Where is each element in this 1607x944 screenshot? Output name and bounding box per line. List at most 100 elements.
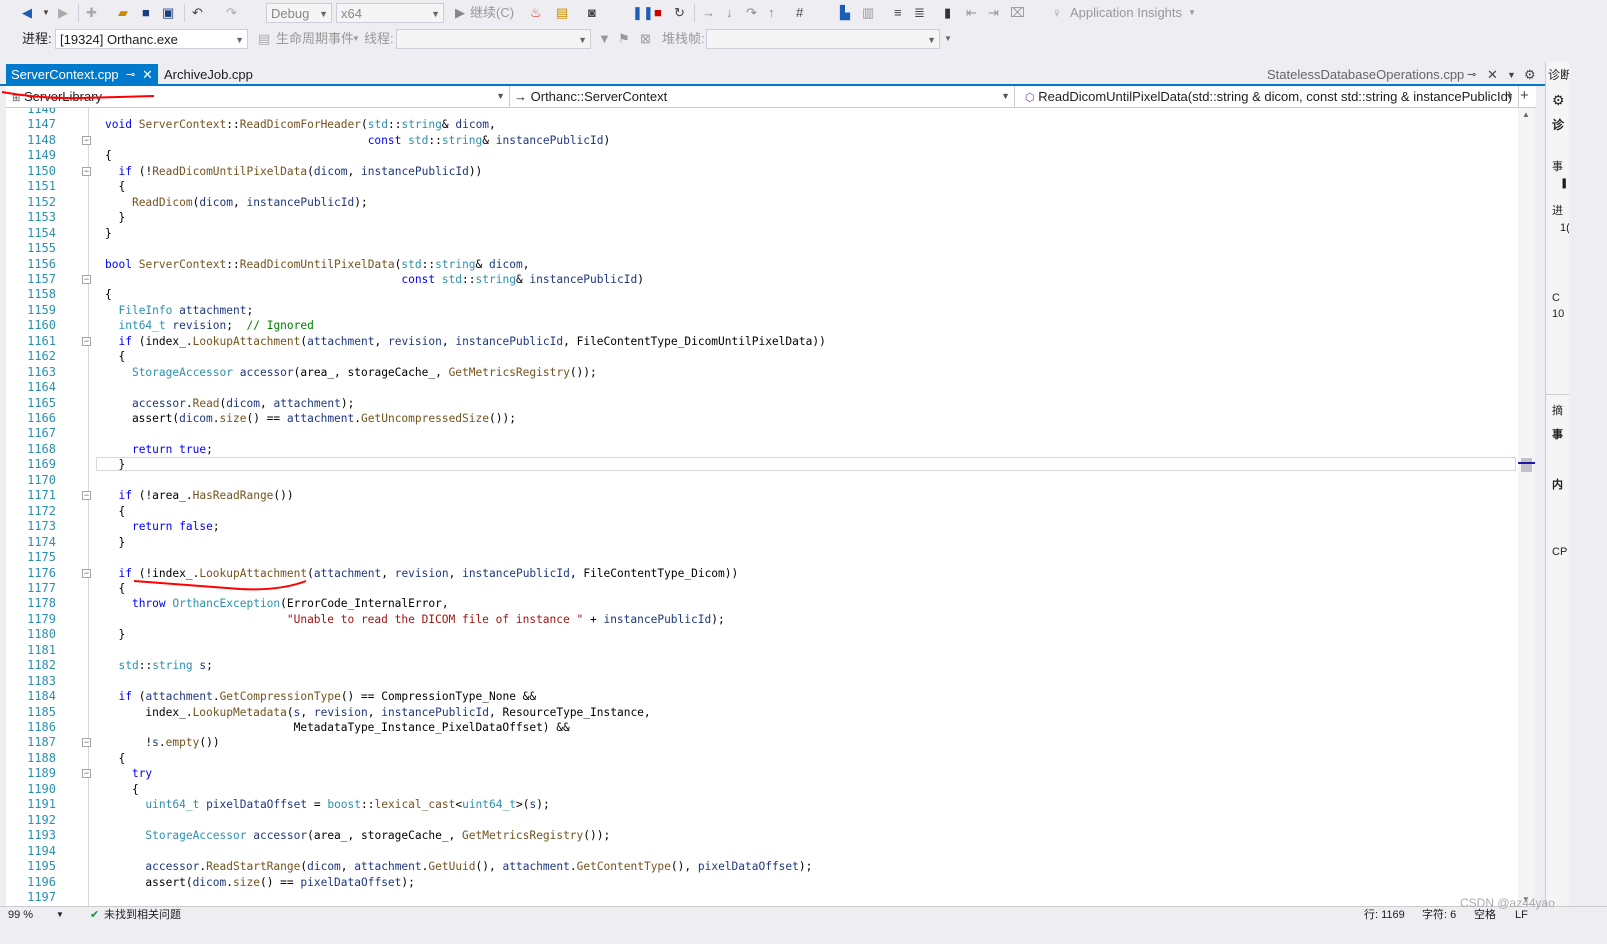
issues-status[interactable]: 未找到相关问题 (104, 907, 181, 923)
line-number[interactable]: 1157 (6, 272, 56, 287)
restart-icon[interactable]: ↻ (674, 3, 685, 23)
screenshot-icon[interactable]: ◙ (588, 3, 596, 23)
line-number[interactable]: 1167 (6, 426, 56, 441)
continue-icon[interactable]: ▶ (455, 3, 465, 23)
step-out-icon[interactable]: ↑ (768, 3, 775, 23)
line-number[interactable]: 1196 (6, 875, 56, 890)
line-number[interactable]: 1158 (6, 287, 56, 302)
code-line[interactable]: int64_t revision; // Ignored (105, 318, 313, 333)
fold-toggle-icon[interactable]: − (82, 135, 91, 145)
code-line[interactable]: StorageAccessor accessor(area_, storageC… (105, 828, 610, 843)
line-number[interactable]: 1155 (6, 241, 56, 256)
platform-select[interactable]: x64 ▼ (336, 3, 444, 23)
line-number[interactable]: 1179 (6, 612, 56, 627)
save-icon[interactable]: ■ (142, 3, 150, 23)
threads-icon[interactable]: ▥ (862, 3, 874, 23)
solution-config-select[interactable]: Debug ▼ (266, 3, 332, 23)
scroll-thumb[interactable] (1521, 458, 1532, 472)
code-line[interactable]: "Unable to read the DICOM file of instan… (105, 612, 725, 627)
line-number[interactable]: 1168 (6, 442, 56, 457)
stack-icon[interactable]: ⊠ (640, 29, 651, 49)
line-number[interactable]: 1148 (6, 133, 56, 148)
line-number[interactable]: 1180 (6, 627, 56, 642)
redo-icon[interactable]: ↷ (226, 3, 237, 23)
tab-servercontext[interactable]: ServerContext.cpp ⊸ ✕ (6, 64, 158, 86)
tab-summary[interactable]: 摘 (1552, 402, 1563, 418)
code-line[interactable]: !s.empty()) (105, 735, 219, 750)
split-window-icon[interactable]: + (1520, 86, 1529, 105)
uncomment-icon[interactable]: ≣ (914, 3, 925, 23)
line-number[interactable]: 1187 (6, 735, 56, 750)
step-into-icon[interactable]: ↓ (726, 3, 733, 23)
line-number[interactable]: 1170 (6, 473, 56, 488)
line-number[interactable]: 1171 (6, 488, 56, 503)
code-line[interactable]: } (105, 210, 125, 225)
back-icon[interactable]: ◀ (22, 3, 32, 23)
code-line[interactable]: void ServerContext::ReadDicomForHeader(s… (105, 117, 496, 132)
line-number[interactable]: 1162 (6, 349, 56, 364)
hot-reload-icon[interactable]: ♨ (530, 3, 542, 23)
comment-icon[interactable]: ≡ (894, 3, 902, 23)
code-line[interactable]: return false; (105, 519, 220, 534)
code-line[interactable]: bool ServerContext::ReadDicomUntilPixelD… (105, 257, 529, 272)
tab-preview[interactable]: StatelessDatabaseOperations.cpp (1267, 64, 1464, 86)
line-number[interactable]: 1188 (6, 751, 56, 766)
code-line[interactable]: { (105, 148, 112, 163)
code-line[interactable]: { (105, 581, 125, 596)
next-bookmark-icon[interactable]: ⇥ (988, 3, 999, 23)
line-number[interactable]: 1160 (6, 318, 56, 333)
fold-toggle-icon[interactable]: − (82, 491, 91, 501)
undo-icon[interactable]: ↶ (192, 3, 203, 23)
code-line[interactable]: } (105, 535, 125, 550)
code-line[interactable]: StorageAccessor accessor(area_, storageC… (105, 365, 597, 380)
app-insights-button[interactable]: Application Insights (1070, 3, 1182, 23)
line-number[interactable]: 1185 (6, 705, 56, 720)
bookmark-icon[interactable]: ▮ (944, 3, 951, 23)
line-number[interactable]: 1173 (6, 519, 56, 534)
code-line[interactable]: } (105, 627, 125, 642)
lifecycle-dropdown-icon[interactable]: ▼ (352, 29, 360, 49)
code-line[interactable]: if (!ReadDicomUntilPixelData(dicom, inst… (105, 164, 482, 179)
line-number[interactable]: 1147 (6, 117, 56, 132)
section-cpu[interactable]: C (1552, 292, 1560, 304)
line-number[interactable]: 1195 (6, 859, 56, 874)
code-editor[interactable]: 1146 1147 void ServerContext::ReadDicomFor… (6, 108, 1518, 906)
pin-icon[interactable]: ⊸ (1467, 64, 1476, 86)
show-next-statement-icon[interactable]: → (702, 3, 715, 23)
save-all-icon[interactable]: ▣ (162, 3, 174, 23)
line-number[interactable]: 1150 (6, 164, 56, 179)
gear-icon[interactable]: ⚙ (1552, 92, 1565, 109)
line-number[interactable]: 1153 (6, 210, 56, 225)
step-over-icon[interactable]: ↷ (746, 3, 757, 23)
section-process[interactable]: 进 (1552, 202, 1563, 218)
line-number[interactable]: 1156 (6, 257, 56, 272)
fold-toggle-icon[interactable]: − (82, 568, 91, 578)
code-line[interactable]: { (105, 349, 125, 364)
line-number[interactable]: 1164 (6, 380, 56, 395)
code-line[interactable]: index_.LookupMetadata(s, revision, insta… (105, 705, 650, 720)
scroll-up-icon[interactable]: ▲ (1522, 110, 1530, 119)
line-number[interactable]: 1161 (6, 334, 56, 349)
toolbar-overflow-icon[interactable]: ▼ (944, 29, 952, 49)
zoom-dropdown-icon[interactable]: ▼ (56, 907, 64, 923)
line-number[interactable]: 1159 (6, 303, 56, 318)
stack-frame-select[interactable]: ▼ (706, 29, 940, 49)
open-folder-icon[interactable]: ▰ (118, 3, 128, 23)
code-line[interactable]: assert(dicom.size() == attachment.GetUnc… (105, 411, 516, 426)
code-line[interactable]: { (105, 179, 125, 194)
fold-toggle-icon[interactable]: − (82, 166, 91, 176)
code-line[interactable]: return true; (105, 442, 213, 457)
forward-icon[interactable]: ▶ (58, 3, 68, 23)
code-line[interactable]: { (105, 287, 112, 302)
code-line[interactable]: if (index_.LookupAttachment(attachment, … (105, 334, 825, 349)
char-number[interactable]: 字符: 6 (1422, 907, 1456, 923)
stop-icon[interactable]: ■ (654, 3, 662, 23)
flag-icon[interactable]: ⚑ (618, 29, 630, 49)
gear-icon[interactable]: ⚙ (1524, 64, 1536, 86)
code-line[interactable]: accessor.Read(dicom, attachment); (105, 396, 354, 411)
app-insights-dropdown-icon[interactable]: ▼ (1188, 3, 1196, 23)
prev-bookmark-icon[interactable]: ⇤ (966, 3, 977, 23)
line-number[interactable]: 1183 (6, 674, 56, 689)
line-number[interactable]: 1192 (6, 813, 56, 828)
hex-display-icon[interactable]: ▙ (840, 3, 850, 23)
